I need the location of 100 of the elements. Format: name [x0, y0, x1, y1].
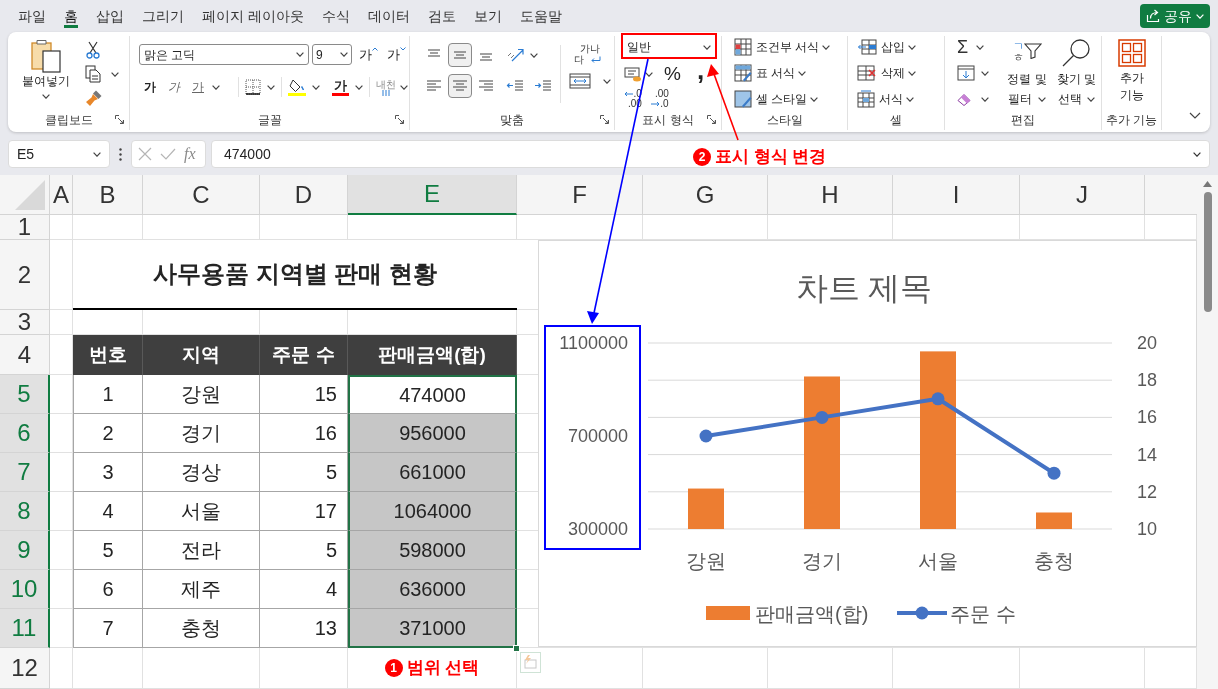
- sort-filter-button[interactable]: ㄱ ㅎ 정렬 및 필터: [1002, 37, 1052, 109]
- share-button[interactable]: 공유: [1140, 4, 1210, 28]
- column-header[interactable]: F: [517, 175, 643, 215]
- chevron-up-icon: [372, 46, 378, 51]
- column-header[interactable]: B: [73, 175, 143, 215]
- add-ins-button[interactable]: 추가 기능: [1117, 39, 1146, 104]
- row-header[interactable]: 5: [0, 375, 50, 414]
- menu-tab[interactable]: 도움말: [519, 4, 562, 28]
- return-arrow-icon: [589, 56, 601, 64]
- font-size-combo[interactable]: 9: [312, 44, 352, 65]
- borders-button[interactable]: [245, 79, 275, 95]
- axis-label: 16: [1137, 407, 1158, 428]
- group-label: 글꼴: [257, 112, 282, 129]
- menu-tab[interactable]: 그리기: [142, 4, 184, 28]
- menu-tab[interactable]: 수식: [321, 4, 350, 28]
- paste-button[interactable]: 붙여넣기: [18, 39, 74, 110]
- delete-cells-button[interactable]: 삭제: [857, 63, 944, 83]
- conditional-format-button[interactable]: 조건부 서식: [734, 37, 847, 57]
- dialog-launcher-icon[interactable]: [707, 115, 716, 124]
- row-header[interactable]: 7: [0, 453, 50, 492]
- row-header[interactable]: 3: [0, 310, 50, 335]
- scroll-up-icon[interactable]: [1203, 181, 1212, 187]
- dialog-launcher-icon[interactable]: [600, 115, 609, 124]
- menu-tab[interactable]: 검토: [427, 4, 456, 28]
- wrap-text-button[interactable]: 가나 다: [569, 43, 611, 65]
- row-header[interactable]: 1: [0, 215, 50, 240]
- row-header[interactable]: 2: [0, 240, 50, 310]
- annotation-label: 범위 선택: [406, 658, 480, 678]
- align-center-button[interactable]: [448, 74, 472, 98]
- font-color-button[interactable]: 가: [332, 78, 363, 96]
- caret-icon: [1196, 13, 1204, 19]
- bar: [688, 488, 724, 529]
- column-header[interactable]: E: [348, 175, 517, 215]
- grow-font-button[interactable]: 가: [359, 46, 378, 63]
- row-header[interactable]: 4: [0, 335, 50, 375]
- column-header[interactable]: I: [893, 175, 1020, 215]
- dialog-launcher-icon[interactable]: [395, 115, 404, 124]
- format-as-table-button[interactable]: 표 서식: [734, 63, 847, 83]
- column-header[interactable]: A: [50, 175, 73, 215]
- collapse-ribbon-icon[interactable]: [1189, 112, 1201, 119]
- scrollbar-thumb[interactable]: [1203, 192, 1212, 312]
- add-ins-grid-icon: [1117, 39, 1146, 67]
- increase-indent-icon[interactable]: [534, 79, 552, 93]
- underline-button[interactable]: 가: [192, 78, 220, 96]
- format-cells-button[interactable]: 서식: [857, 89, 944, 109]
- insert-function-button[interactable]: fx: [184, 146, 196, 162]
- row-header[interactable]: 6: [0, 414, 50, 453]
- column-header[interactable]: D: [260, 175, 348, 215]
- caret-icon: [111, 71, 119, 77]
- table-cell: 제주: [143, 570, 260, 609]
- scissors-icon[interactable]: [86, 41, 100, 59]
- fill-color-button[interactable]: [288, 78, 320, 96]
- decrease-indent-icon[interactable]: [506, 79, 524, 93]
- row-header[interactable]: 8: [0, 492, 50, 531]
- row-header[interactable]: 12: [0, 648, 50, 689]
- insert-cells-button[interactable]: 삽입: [857, 37, 944, 57]
- percent-button[interactable]: %: [664, 64, 681, 84]
- bold-button[interactable]: 가: [144, 78, 156, 96]
- dialog-launcher-icon[interactable]: [115, 115, 124, 124]
- menu-tab[interactable]: 페이지 레이아웃: [202, 4, 304, 28]
- category-label: 경기: [802, 550, 842, 572]
- more-options-icon[interactable]: [119, 147, 122, 161]
- sheet-title: 사무용품 지역별 판매 현황: [153, 259, 437, 289]
- autosum-button[interactable]: Σ: [957, 37, 999, 57]
- decrease-decimal-button[interactable]: .00 .0: [650, 89, 669, 109]
- axis-label: 1100000: [559, 333, 628, 353]
- row-header[interactable]: 9: [0, 531, 50, 570]
- font-name-combo[interactable]: 맑은 고딕: [139, 44, 309, 65]
- shrink-font-button[interactable]: 가: [387, 46, 406, 63]
- brush-icon[interactable]: [85, 89, 103, 107]
- caret-icon: [42, 94, 50, 99]
- accounting-format-button[interactable]: [624, 66, 653, 82]
- row-header[interactable]: 11: [0, 609, 50, 648]
- annotation-label: 표시 형식 변경: [715, 147, 827, 167]
- menu-tab[interactable]: 보기: [473, 4, 502, 28]
- menu-tab[interactable]: 데이터: [367, 4, 410, 28]
- menu-tab[interactable]: 삽입: [96, 4, 124, 28]
- phonetic-lines-icon: [381, 89, 391, 96]
- column-header[interactable]: J: [1020, 175, 1145, 215]
- merge-center-button[interactable]: [569, 73, 611, 89]
- italic-button[interactable]: 가: [168, 78, 180, 96]
- name-box[interactable]: E5: [8, 140, 110, 168]
- legend-label: 주문 수: [950, 603, 1016, 625]
- menu-tab[interactable]: 홈: [64, 4, 78, 28]
- find-select-button[interactable]: 찾기 및 선택: [1051, 37, 1101, 109]
- column-header[interactable]: H: [768, 175, 893, 215]
- phonetic-guide-button[interactable]: 내천: [376, 78, 408, 96]
- orientation-button[interactable]: [506, 47, 538, 63]
- table-cell: 636000: [348, 570, 517, 609]
- table-header: 번호: [73, 335, 143, 375]
- align-middle-button[interactable]: [448, 43, 472, 67]
- column-header[interactable]: C: [143, 175, 260, 215]
- check-icon[interactable]: [160, 148, 176, 160]
- cell-styles-button[interactable]: 셀 스타일: [734, 89, 847, 109]
- row-header[interactable]: 10: [0, 570, 50, 609]
- column-header[interactable]: G: [643, 175, 768, 215]
- menu-tab[interactable]: 파일: [18, 4, 46, 28]
- table-cell: 7: [73, 609, 143, 648]
- fill-handle[interactable]: [513, 645, 520, 652]
- copy-button[interactable]: [85, 65, 119, 83]
